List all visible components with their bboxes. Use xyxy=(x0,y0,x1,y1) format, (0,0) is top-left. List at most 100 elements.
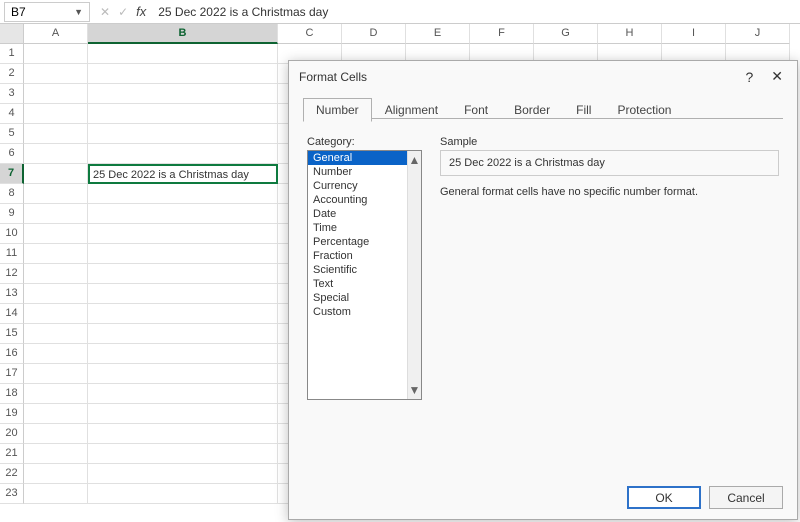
category-special[interactable]: Special xyxy=(308,291,407,305)
cell-B4[interactable] xyxy=(88,104,278,124)
cell-B13[interactable] xyxy=(88,284,278,304)
fx-icon[interactable]: fx xyxy=(136,4,146,19)
cell-A5[interactable] xyxy=(24,124,88,144)
cell-B1[interactable] xyxy=(88,44,278,64)
cell-A9[interactable] xyxy=(24,204,88,224)
cancel-button[interactable]: Cancel xyxy=(709,486,783,509)
row-header-6[interactable]: 6 xyxy=(0,144,24,164)
row-header-14[interactable]: 14 xyxy=(0,304,24,324)
category-listbox[interactable]: GeneralNumberCurrencyAccountingDateTimeP… xyxy=(307,150,422,400)
row-header-13[interactable]: 13 xyxy=(0,284,24,304)
column-header-F[interactable]: F xyxy=(470,24,534,44)
row-header-18[interactable]: 18 xyxy=(0,384,24,404)
column-header-D[interactable]: D xyxy=(342,24,406,44)
category-custom[interactable]: Custom xyxy=(308,305,407,319)
row-header-8[interactable]: 8 xyxy=(0,184,24,204)
cell-A1[interactable] xyxy=(24,44,88,64)
cell-A23[interactable] xyxy=(24,484,88,504)
cell-B14[interactable] xyxy=(88,304,278,324)
cell-A10[interactable] xyxy=(24,224,88,244)
cell-A16[interactable] xyxy=(24,344,88,364)
row-header-22[interactable]: 22 xyxy=(0,464,24,484)
row-header-2[interactable]: 2 xyxy=(0,64,24,84)
column-header-G[interactable]: G xyxy=(534,24,598,44)
category-accounting[interactable]: Accounting xyxy=(308,193,407,207)
cell-A15[interactable] xyxy=(24,324,88,344)
cell-A6[interactable] xyxy=(24,144,88,164)
cell-B19[interactable] xyxy=(88,404,278,424)
column-header-C[interactable]: C xyxy=(278,24,342,44)
row-header-4[interactable]: 4 xyxy=(0,104,24,124)
cell-A3[interactable] xyxy=(24,84,88,104)
tab-number[interactable]: Number xyxy=(303,98,372,122)
row-header-12[interactable]: 12 xyxy=(0,264,24,284)
cell-B10[interactable] xyxy=(88,224,278,244)
column-header-A[interactable]: A xyxy=(24,24,88,44)
cell-B9[interactable] xyxy=(88,204,278,224)
close-icon[interactable]: ✕ xyxy=(767,68,787,85)
row-header-20[interactable]: 20 xyxy=(0,424,24,444)
cell-A12[interactable] xyxy=(24,264,88,284)
category-percentage[interactable]: Percentage xyxy=(308,235,407,249)
cell-A8[interactable] xyxy=(24,184,88,204)
category-text[interactable]: Text xyxy=(308,277,407,291)
row-header-1[interactable]: 1 xyxy=(0,44,24,64)
row-header-23[interactable]: 23 xyxy=(0,484,24,504)
row-header-7[interactable]: 7 xyxy=(0,164,24,184)
category-fraction[interactable]: Fraction xyxy=(308,249,407,263)
cell-B3[interactable] xyxy=(88,84,278,104)
row-header-10[interactable]: 10 xyxy=(0,224,24,244)
cell-A19[interactable] xyxy=(24,404,88,424)
cell-A17[interactable] xyxy=(24,364,88,384)
cell-B18[interactable] xyxy=(88,384,278,404)
cell-A4[interactable] xyxy=(24,104,88,124)
category-number[interactable]: Number xyxy=(308,165,407,179)
category-general[interactable]: General xyxy=(308,151,407,165)
name-box[interactable]: B7 ▼ xyxy=(4,2,90,22)
cell-A21[interactable] xyxy=(24,444,88,464)
category-scientific[interactable]: Scientific xyxy=(308,263,407,277)
cell-B6[interactable] xyxy=(88,144,278,164)
cell-A11[interactable] xyxy=(24,244,88,264)
help-icon[interactable]: ? xyxy=(745,69,753,85)
select-all-corner[interactable] xyxy=(0,24,24,44)
cell-B21[interactable] xyxy=(88,444,278,464)
row-header-21[interactable]: 21 xyxy=(0,444,24,464)
scrollbar[interactable]: ▲ ▼ xyxy=(407,151,421,399)
chevron-down-icon[interactable]: ▼ xyxy=(74,7,83,17)
scroll-up-icon[interactable]: ▲ xyxy=(409,151,421,169)
cell-B7[interactable]: 25 Dec 2022 is a Christmas day xyxy=(88,164,278,184)
cell-B8[interactable] xyxy=(88,184,278,204)
row-header-9[interactable]: 9 xyxy=(0,204,24,224)
cell-B15[interactable] xyxy=(88,324,278,344)
cell-B12[interactable] xyxy=(88,264,278,284)
category-date[interactable]: Date xyxy=(308,207,407,221)
ok-button[interactable]: OK xyxy=(627,486,701,509)
row-header-17[interactable]: 17 xyxy=(0,364,24,384)
row-header-15[interactable]: 15 xyxy=(0,324,24,344)
column-header-B[interactable]: B xyxy=(88,24,278,44)
cell-A22[interactable] xyxy=(24,464,88,484)
column-header-H[interactable]: H xyxy=(598,24,662,44)
cell-B22[interactable] xyxy=(88,464,278,484)
formula-input[interactable]: 25 Dec 2022 is a Christmas day xyxy=(152,3,800,21)
column-header-J[interactable]: J xyxy=(726,24,790,44)
scroll-down-icon[interactable]: ▼ xyxy=(409,381,421,399)
cell-B23[interactable] xyxy=(88,484,278,504)
cell-A7[interactable] xyxy=(24,164,88,184)
row-header-3[interactable]: 3 xyxy=(0,84,24,104)
column-header-I[interactable]: I xyxy=(662,24,726,44)
column-header-E[interactable]: E xyxy=(406,24,470,44)
cell-B5[interactable] xyxy=(88,124,278,144)
cell-A20[interactable] xyxy=(24,424,88,444)
cell-A13[interactable] xyxy=(24,284,88,304)
cell-A2[interactable] xyxy=(24,64,88,84)
cell-A14[interactable] xyxy=(24,304,88,324)
cell-B2[interactable] xyxy=(88,64,278,84)
cell-B16[interactable] xyxy=(88,344,278,364)
category-currency[interactable]: Currency xyxy=(308,179,407,193)
cell-B17[interactable] xyxy=(88,364,278,384)
category-time[interactable]: Time xyxy=(308,221,407,235)
cell-B11[interactable] xyxy=(88,244,278,264)
row-header-19[interactable]: 19 xyxy=(0,404,24,424)
